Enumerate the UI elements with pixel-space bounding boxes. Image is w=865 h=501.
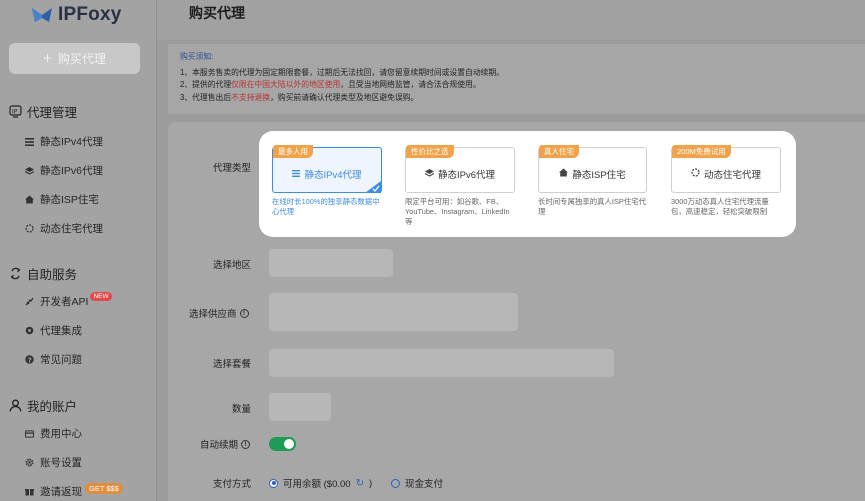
- sidebar-item-static-isp[interactable]: 静态ISP住宅: [25, 192, 99, 207]
- check-icon: [365, 180, 381, 193]
- list-icon: [25, 137, 34, 146]
- proxy-type-static-ipv4[interactable]: 最多人用 静态IPv4代理: [272, 145, 382, 193]
- proxy-type-tag: 性价比之选: [406, 145, 454, 158]
- house-icon: [25, 195, 34, 204]
- sidebar-item-static-ipv4[interactable]: 静态IPv4代理: [25, 134, 103, 149]
- sidebar-item-referral[interactable]: 邀请返现 GET $$$: [25, 483, 123, 499]
- spinner-icon: [25, 224, 34, 233]
- supplier-select[interactable]: [269, 293, 518, 331]
- proxy-type-selector: 最多人用 静态IPv4代理 在线时长100%的独享静态数据中心代理 性价比之选 …: [259, 131, 796, 237]
- supplier-label: 选择供应商 !: [189, 306, 249, 320]
- new-badge: NEW: [90, 292, 112, 301]
- help-icon[interactable]: !: [241, 439, 251, 449]
- proxy-type-static-isp[interactable]: 真人住宅 静态ISP住宅: [538, 145, 647, 193]
- proxy-type-name: 静态IPv6代理: [437, 170, 495, 181]
- notice-line-1: 1、本服务售卖的代理为固定期限套餐，过期后无法找回，请您留意续期时间或设置自动续…: [180, 67, 505, 77]
- proxy-type-static-ipv6[interactable]: 性价比之选 静态IPv6代理: [405, 145, 515, 193]
- proxy-type-name: 静态IPv4代理: [304, 170, 362, 181]
- toggle-knob: [284, 439, 294, 449]
- payment-cash-radio[interactable]: 现金支付: [391, 476, 443, 490]
- user-icon: [8, 399, 22, 413]
- notice-line-2: 2、提供的代理仅限在中国大陆以外的地区使用，且受当地网络监管，请合法合规使用。: [180, 80, 481, 89]
- sidebar-item-billing[interactable]: 费用中心: [25, 426, 82, 441]
- self-service-icon: [8, 267, 22, 281]
- sidebar-item-developer-api[interactable]: 开发者API NEW: [25, 292, 112, 309]
- proxy-type-desc: 长时间专属独享的真人ISP住宅代理: [538, 197, 646, 216]
- page-title: 购买代理: [189, 5, 245, 21]
- sidebar-item-proxy-integration[interactable]: 代理集成: [25, 323, 82, 338]
- buy-proxy-button[interactable]: + 购买代理: [9, 43, 140, 74]
- refresh-icon[interactable]: ↻: [356, 478, 364, 489]
- proxy-manage-icon: IP: [8, 105, 22, 119]
- region-label: 选择地区: [213, 260, 252, 271]
- get-cash-badge: GET $$$: [85, 483, 123, 494]
- help-icon[interactable]: !: [239, 308, 249, 318]
- logo[interactable]: IPFoxy: [30, 2, 122, 28]
- card-icon: [25, 429, 34, 438]
- proxy-type-desc: 3000万动态真人住宅代理流量包，高速稳定，轻松突破限制: [671, 197, 769, 216]
- buy-proxy-label: 购买代理: [57, 52, 106, 66]
- gift-icon: [25, 487, 34, 496]
- list-icon: [292, 169, 301, 180]
- proxy-type-name: 静态ISP住宅: [572, 170, 626, 181]
- stack-icon: [424, 168, 435, 180]
- gear-icon: [25, 458, 34, 467]
- page-header: 购买代理: [157, 0, 865, 40]
- notice-line-3: 3、代理售出后不支持退换，购买前请确认代理类型及地区避免误购。: [180, 92, 419, 102]
- auto-renew-label: 自动续期 !: [200, 437, 251, 451]
- quantity-label: 数量: [232, 404, 252, 415]
- proxy-type-desc: 限定平台可用：如谷歌、FB、YouTube、Instagram、LinkedIn…: [405, 197, 510, 226]
- region-select[interactable]: [269, 249, 393, 277]
- section-proxy-management: IP 代理管理: [8, 102, 77, 121]
- sidebar-item-account-settings[interactable]: 账号设置: [25, 455, 82, 470]
- api-icon: [25, 297, 34, 306]
- svg-text:?: ?: [28, 356, 32, 364]
- house-icon: [559, 168, 569, 180]
- proxy-type-desc: 在线时长100%的独享静态数据中心代理: [272, 197, 380, 216]
- sidebar-item-dynamic-residential[interactable]: 动态住宅代理: [25, 221, 103, 236]
- payment-label: 支付方式: [213, 479, 252, 490]
- payment-balance-radio[interactable]: 可用余额 ($0.00 ↻ ): [269, 476, 372, 490]
- purchase-notice: 购买须知: 1、本服务售卖的代理为固定期限套餐，过期后无法找回，请您留意续期时间…: [168, 44, 865, 114]
- radio-dot: [269, 478, 278, 488]
- spinner-icon: [691, 168, 700, 180]
- proxy-type-dynamic-residential[interactable]: 200M免费试用 动态住宅代理: [671, 145, 781, 193]
- proxy-type-label: 代理类型: [213, 163, 252, 174]
- auto-renew-toggle[interactable]: [269, 437, 296, 451]
- section-self-service: 自助服务: [8, 264, 77, 283]
- sidebar-item-faq[interactable]: ? 常见问题: [25, 352, 82, 367]
- package-select[interactable]: [269, 349, 614, 377]
- puzzle-icon: [25, 326, 34, 335]
- fox-logo-icon: [30, 6, 54, 24]
- section-my-account: 我的账户: [8, 396, 77, 415]
- proxy-type-tag: 最多人用: [273, 145, 313, 158]
- quantity-input[interactable]: [269, 393, 331, 421]
- package-label: 选择套餐: [213, 359, 252, 370]
- radio-dot: [391, 478, 400, 488]
- proxy-type-tag: 真人住宅: [539, 145, 579, 158]
- stack-icon: [25, 166, 34, 175]
- proxy-type-name: 动态住宅代理: [703, 170, 761, 181]
- plus-icon: +: [43, 50, 52, 67]
- svg-text:IP: IP: [12, 109, 18, 116]
- sidebar: IPFoxy + 购买代理 IP 代理管理 静态IPv4代理 静态IPv6代理 …: [0, 0, 157, 501]
- sidebar-item-static-ipv6[interactable]: 静态IPv6代理: [25, 163, 103, 178]
- question-icon: ?: [25, 355, 34, 364]
- logo-text: IPFoxy: [58, 4, 122, 25]
- notice-title: 购买须知:: [180, 52, 214, 61]
- proxy-type-tag: 200M免费试用: [672, 145, 731, 158]
